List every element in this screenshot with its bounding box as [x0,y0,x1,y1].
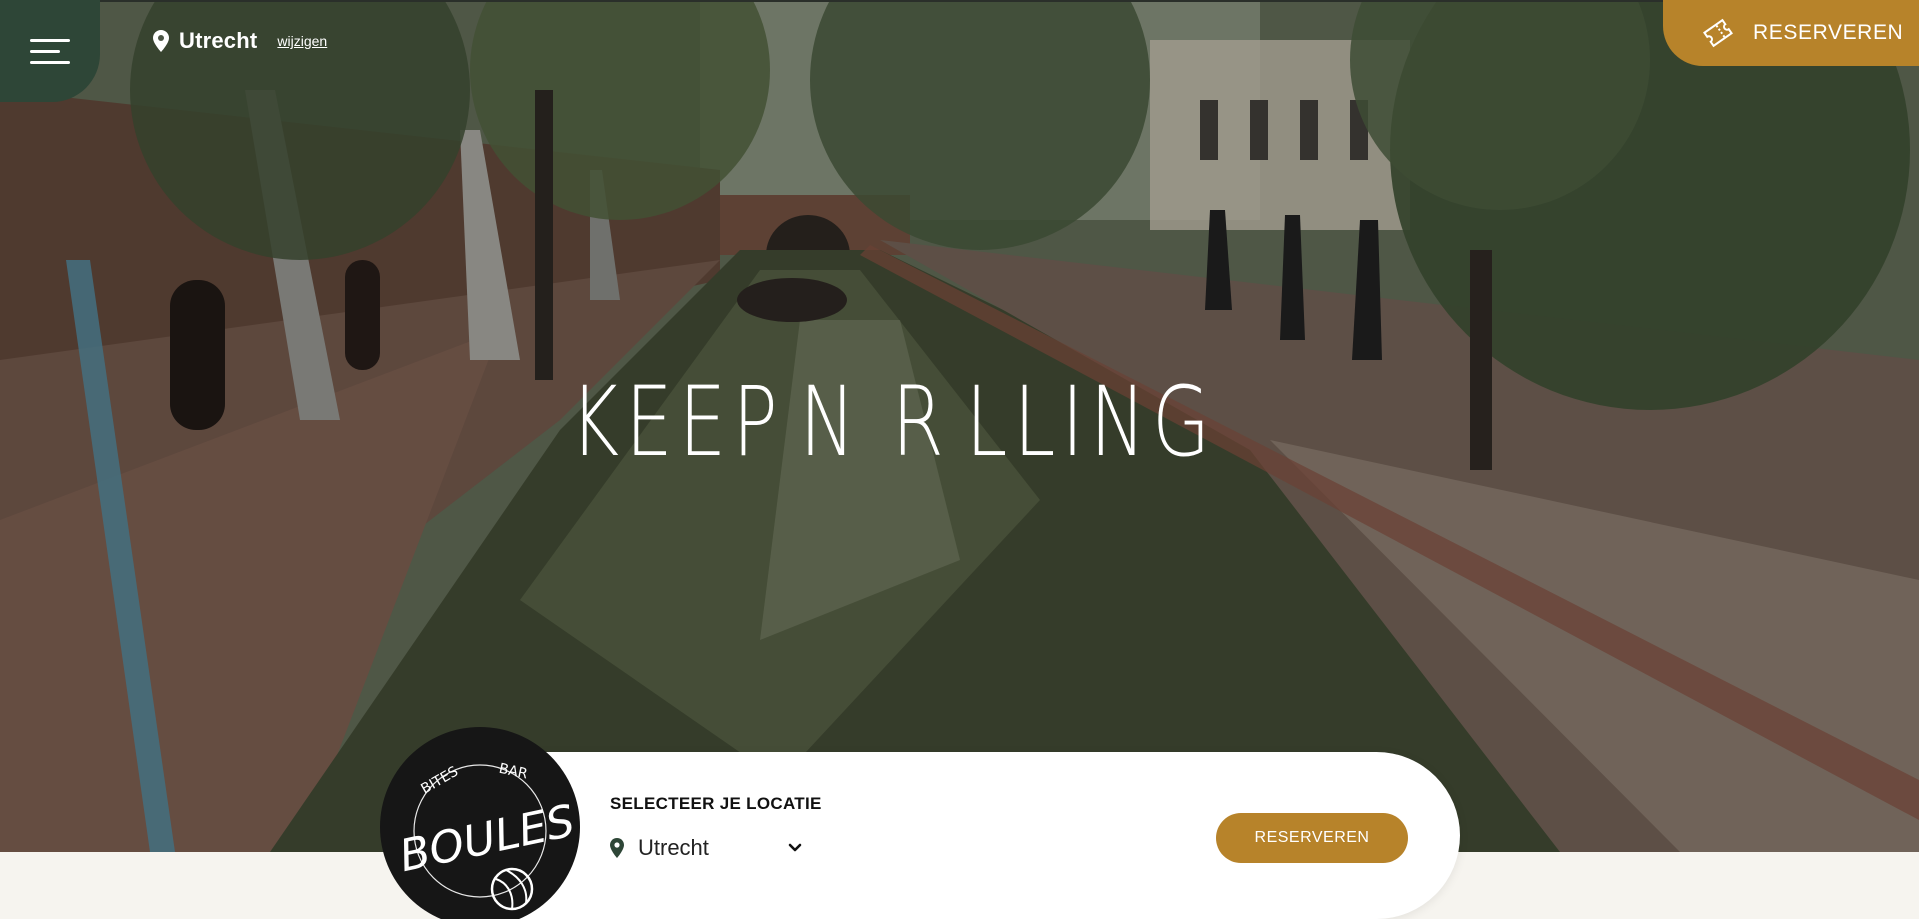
header-location: Utrecht wijzigen [153,28,327,54]
top-border [0,0,1919,2]
headline-part-n-r: N R [799,366,951,478]
location-pin-icon [153,30,169,52]
location-pin-icon [610,838,624,858]
header-location-city: Utrecht [179,28,258,53]
header-reserve-button[interactable]: RESERVEREN [1663,0,1919,66]
boules-logo[interactable]: BITES BAR BOULES [380,727,580,919]
ticket-icon [1703,18,1733,48]
chevron-down-icon [788,843,802,852]
headline-part-lling: LLING [965,366,1217,478]
change-location-link[interactable]: wijzigen [277,33,327,49]
headline-part-keep: KEEP [570,366,784,478]
hero-video-background: KEEP N R LLING [0,0,1919,852]
location-selector-card: SELECTEER JE LOCATIE Utrecht RESERVEREN [470,752,1460,919]
location-card-title: SELECTEER JE LOCATIE [610,794,822,813]
header-reserve-label: RESERVEREN [1753,21,1904,44]
card-reserve-button[interactable]: RESERVEREN [1216,813,1408,863]
menu-button[interactable] [0,0,100,102]
hamburger-menu-icon [30,31,70,72]
location-dropdown-value: Utrecht [638,835,709,860]
hero-headline: KEEP N R LLING [570,366,1210,478]
location-dropdown[interactable]: Utrecht [610,832,810,864]
